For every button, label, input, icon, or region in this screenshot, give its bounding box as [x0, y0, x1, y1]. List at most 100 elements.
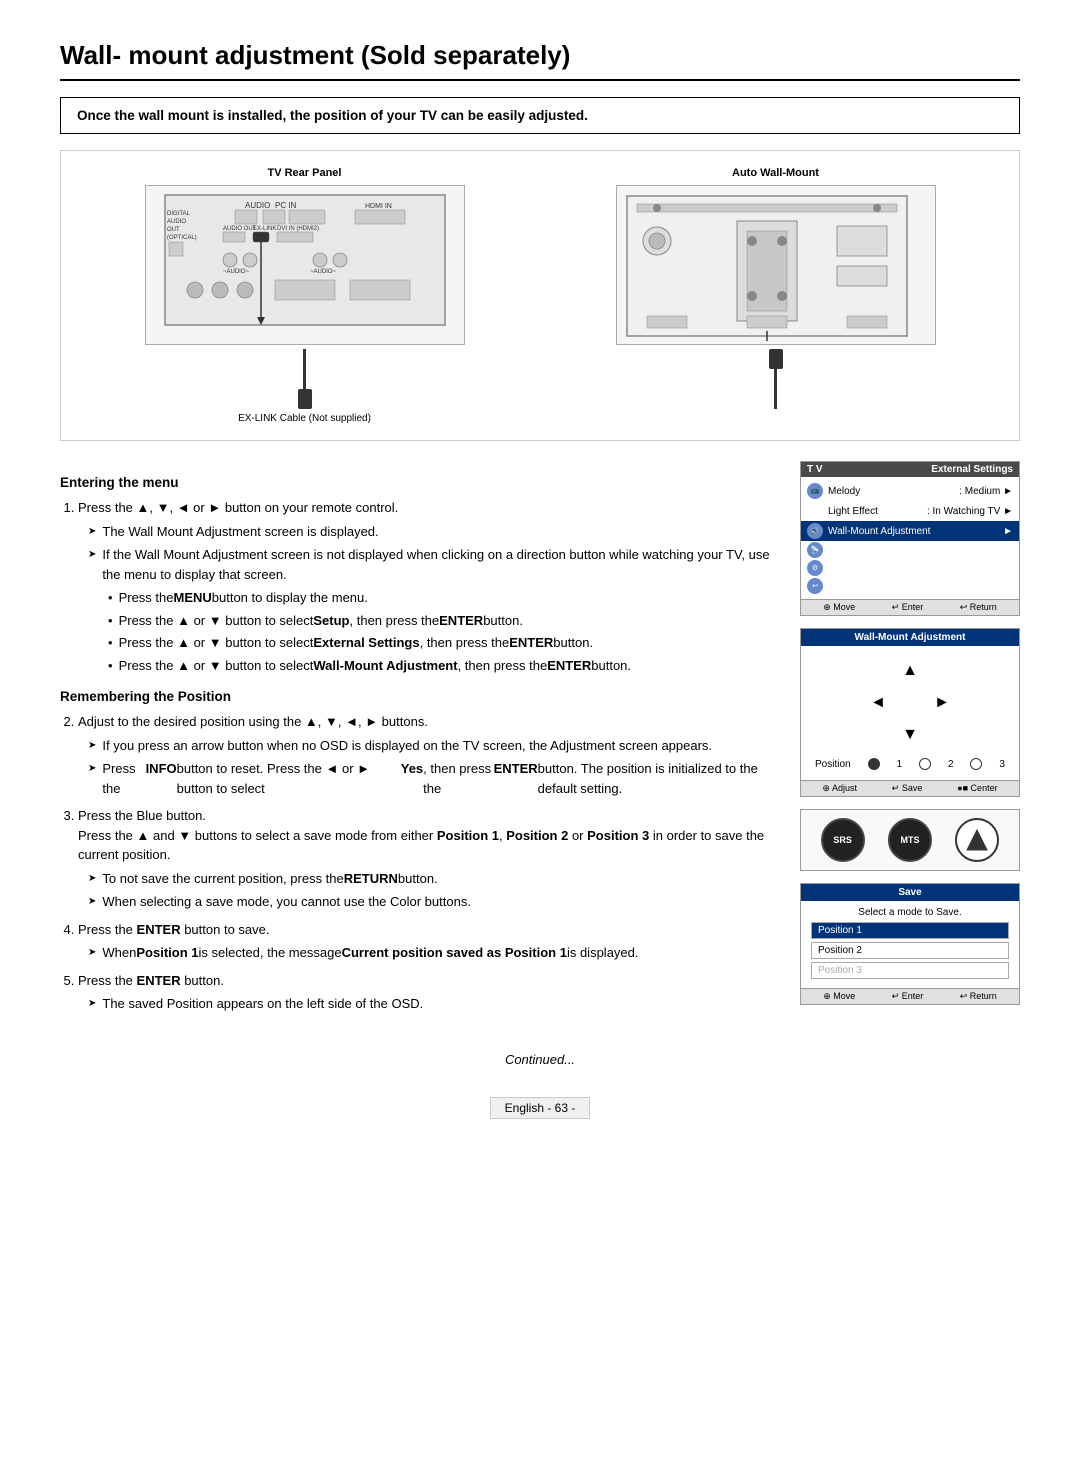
setup-icon: ⚙ [807, 560, 823, 576]
row-light-value: : In Watching TV ► [927, 506, 1013, 517]
center-cell [895, 688, 925, 718]
save-move: ⊕ Move [823, 991, 855, 1002]
tv-rear-label: TV Rear Panel [268, 167, 342, 179]
up-arrow: ▲ [895, 656, 925, 686]
bullet-4-1: When Position 1 is selected, the message… [78, 943, 780, 963]
tv-rear-panel-img: PC IN AUDIO HDMI IN DIGITAL AUDIO OUT [145, 185, 465, 345]
svg-text:HDMI IN: HDMI IN [365, 203, 392, 210]
svg-text:(OPTICAL): (OPTICAL) [167, 235, 197, 241]
position-row: Position 1 2 3 [811, 758, 1009, 770]
wall-adj-body: ▲ ◄ ► ▼ Position 1 2 3 [801, 646, 1019, 780]
page-title: Wall- mount adjustment (Sold separately) [60, 40, 1020, 81]
ch-icon: 📡 [807, 542, 823, 558]
bullet-1-1: The Wall Mount Adjustment screen is disp… [78, 522, 780, 542]
cable-connector-right [769, 349, 783, 409]
right-arrow: ► [927, 688, 957, 718]
tv-menu-panel: T V External Settings 📺 Melody : Medium … [800, 461, 1020, 616]
step1-text: Press the ▲, ▼, ◄ or ► button on your re… [78, 500, 398, 515]
save-footer: ⊕ Move ↵ Enter ↩ Return [801, 988, 1019, 1004]
pic-icon: 📺 [807, 483, 823, 499]
cable-label: EX-LINK Cable (Not supplied) [238, 413, 371, 424]
tv-menu-tv-label: T V [807, 464, 823, 475]
step3b-text: Press the ▲ and ▼ buttons to select a sa… [78, 828, 764, 863]
step-2: Adjust to the desired position using the… [78, 712, 780, 798]
tv-menu-row-4: 📡 [801, 541, 1019, 559]
footer-wrap: English - 63 - [60, 1077, 1020, 1119]
empty-cell-bl [863, 720, 893, 750]
svg-text:DVI IN (HDMI2): DVI IN (HDMI2) [277, 226, 319, 232]
sub-list-1: Press the MENU button to display the men… [78, 588, 780, 675]
wall-adj-footer: ⊕ Adjust ↵ Save ●■ Center [801, 780, 1019, 796]
bullet-3-1: To not save the current position, press … [78, 869, 780, 889]
footer-move: ⊕ Move [823, 602, 855, 613]
tv-menu-row-2: Light Effect : In Watching TV ► [801, 501, 1019, 521]
empty-cell-tr [927, 656, 957, 686]
dot-3: Press the ▲ or ▼ button to select Extern… [88, 633, 780, 653]
footer-enter: ↵ Enter [892, 602, 924, 613]
pos-dot-1 [868, 758, 880, 770]
empty-cell-tl [863, 656, 893, 686]
footer-page-num: - 63 - [547, 1101, 575, 1115]
row-melody-label: Melody [828, 486, 959, 497]
content-area: Entering the menu Press the ▲, ▼, ◄ or ►… [60, 461, 1020, 1022]
adj-save: ↵ Save [892, 783, 923, 794]
tv-menu-header: T V External Settings [801, 462, 1019, 477]
save-header: Save [801, 884, 1019, 901]
cable-connector-left [298, 349, 312, 409]
row-wall-value: ► [1003, 526, 1013, 537]
diagram-area: TV Rear Panel PC IN AUDIO HDMI IN [77, 167, 1003, 424]
dma-button [955, 818, 999, 862]
save-return: ↩ Return [960, 991, 997, 1002]
step-3: Press the Blue button. Press the ▲ and ▼… [78, 806, 780, 912]
footer-language: English [505, 1101, 544, 1115]
bullet-3-2: When selecting a save mode, you cannot u… [78, 892, 780, 912]
svg-text:EX-LINK: EX-LINK [253, 226, 276, 232]
step3a-text: Press the Blue button. [78, 808, 206, 823]
empty-icon [807, 503, 823, 519]
bullet-5-1: The saved Position appears on the left s… [78, 994, 780, 1014]
section2-heading: Remembering the Position [60, 689, 780, 704]
snd-icon: 🔊 [807, 523, 823, 539]
tv-menu-footer: ⊕ Move ↵ Enter ↩ Return [801, 599, 1019, 615]
svg-text:AUDIO OUT: AUDIO OUT [223, 226, 257, 232]
step-1: Press the ▲, ▼, ◄ or ► button on your re… [78, 498, 780, 675]
svg-text:AUDIO: AUDIO [245, 201, 270, 210]
pos-num-2: 2 [948, 759, 954, 770]
pos-dot-2 [919, 758, 931, 770]
svg-text:~AUDIO~: ~AUDIO~ [310, 269, 337, 275]
empty-cell-br [927, 720, 957, 750]
step5-text: Press the ENTER button. [78, 973, 224, 988]
save-option-3: Position 3 [811, 962, 1009, 979]
save-enter: ↵ Enter [892, 991, 924, 1002]
section1-heading: Entering the menu [60, 475, 780, 490]
tv-rear-panel-section: TV Rear Panel PC IN AUDIO HDMI IN [77, 167, 532, 424]
main-list: Press the ▲, ▼, ◄ or ► button on your re… [60, 498, 780, 675]
tv-menu-row-6: ↩ [801, 577, 1019, 595]
dot-4: Press the ▲ or ▼ button to select Wall-M… [88, 656, 780, 676]
row-melody-value: : Medium ► [959, 486, 1013, 497]
pos-num-1: 1 [896, 759, 902, 770]
bullet-1-2: If the Wall Mount Adjustment screen is n… [78, 545, 780, 584]
tv-menu-row-1: 📺 Melody : Medium ► [801, 481, 1019, 501]
dot-2: Press the ▲ or ▼ button to select Setup,… [88, 611, 780, 631]
svg-text:DIGITAL: DIGITAL [167, 211, 191, 217]
main-text: Entering the menu Press the ▲, ▼, ◄ or ►… [60, 461, 780, 1022]
pos-num-3: 3 [999, 759, 1005, 770]
save-body: Select a mode to Save. Position 1 Positi… [801, 901, 1019, 988]
diagram-panels: TV Rear Panel PC IN AUDIO HDMI IN [77, 167, 1003, 424]
bullet-2-2: Press the INFO button to reset. Press th… [78, 759, 780, 798]
input-icon: ↩ [807, 578, 823, 594]
diagram-box: TV Rear Panel PC IN AUDIO HDMI IN [60, 150, 1020, 441]
side-panels: T V External Settings 📺 Melody : Medium … [800, 461, 1020, 1022]
save-prompt: Select a mode to Save. [811, 907, 1009, 918]
footer-return: ↩ Return [960, 602, 997, 613]
save-option-1: Position 1 [811, 922, 1009, 939]
save-panel: Save Select a mode to Save. Position 1 P… [800, 883, 1020, 1005]
svg-text:PC IN: PC IN [275, 201, 297, 210]
left-arrow: ◄ [863, 688, 893, 718]
pos-dot-3 [970, 758, 982, 770]
adj-center: ●■ Center [957, 783, 997, 794]
row-light-label: Light Effect [828, 506, 927, 517]
buttons-panel: SRS MTS [800, 809, 1020, 871]
tv-menu-ext-label: External Settings [931, 464, 1013, 475]
